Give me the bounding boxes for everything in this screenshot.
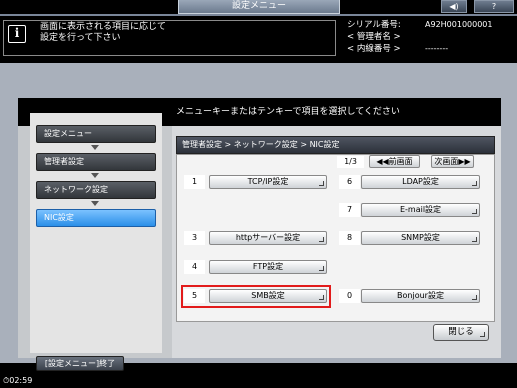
top-divider [0,14,517,16]
arrow-down-icon [91,145,99,150]
item-number: 4 [184,260,205,274]
selection-highlight [181,285,331,308]
nav-item-settings-menu[interactable]: 設定メニュー [36,125,156,143]
nav-item-network-settings[interactable]: ネットワーク設定 [36,181,156,199]
nav-item-admin-settings[interactable]: 管理者設定 [36,153,156,171]
menu-item-ftp[interactable]: FTP設定 [209,260,327,274]
message-line-2: 設定を行って下さい [40,33,121,43]
arrow-down-icon [91,173,99,178]
breadcrumb: 管理者設定 > ネットワーク設定 > NIC設定 [176,136,495,154]
item-number: 6 [339,175,360,189]
menu-item-http-server[interactable]: httpサーバー設定 [209,231,327,245]
message-line-1: 画面に表示される項目に応じて [40,22,167,32]
arrow-down-icon [91,201,99,206]
item-number: 8 [339,231,360,245]
serial-label: シリアル番号: [347,20,401,30]
extension-label: < 内線番号 > [347,44,401,54]
admin-label: < 管理者名 > [347,32,401,42]
clock-display: ⏱02:59 [3,376,33,385]
serial-value: A92H001000001 [425,20,493,29]
item-number: 1 [184,175,205,189]
menu-item-tcpip[interactable]: TCP/IP設定 [209,175,327,189]
page-indicator: 1/3 [337,156,364,168]
close-button[interactable]: 閉じる [433,324,489,341]
status-bar [0,373,517,388]
menu-item-snmp[interactable]: SNMP設定 [361,231,480,245]
menu-item-email[interactable]: E-mail設定 [361,203,480,217]
message-text: 画面に表示される項目に応じて 設定を行って下さい [40,22,166,44]
exit-settings-menu-button[interactable]: [設定メニュー]終了 [36,356,124,371]
volume-icon[interactable]: ◀) [441,0,467,13]
previous-page-button[interactable]: ◀◀前画面 [369,155,420,168]
extension-value: -------- [425,44,449,53]
nav-item-nic-settings[interactable]: NIC設定 [36,209,156,227]
instruction-text: メニューキーまたはテンキーで項目を選択してください [176,107,400,117]
device-info-labels: シリアル番号: < 管理者名 > < 内線番号 > [347,19,401,55]
next-page-button[interactable]: 次画面▶▶ [431,155,474,168]
item-number: 0 [339,289,360,303]
info-icon: i [8,25,26,43]
window-title-tab: 設定メニュー [178,0,340,14]
item-number: 7 [339,203,360,217]
menu-item-ldap[interactable]: LDAP設定 [361,175,480,189]
item-number: 3 [184,231,205,245]
help-button[interactable]: ? [474,0,514,13]
menu-item-bonjour[interactable]: Bonjour設定 [361,289,480,303]
device-info-values: A92H001000001 -------- [425,19,492,55]
